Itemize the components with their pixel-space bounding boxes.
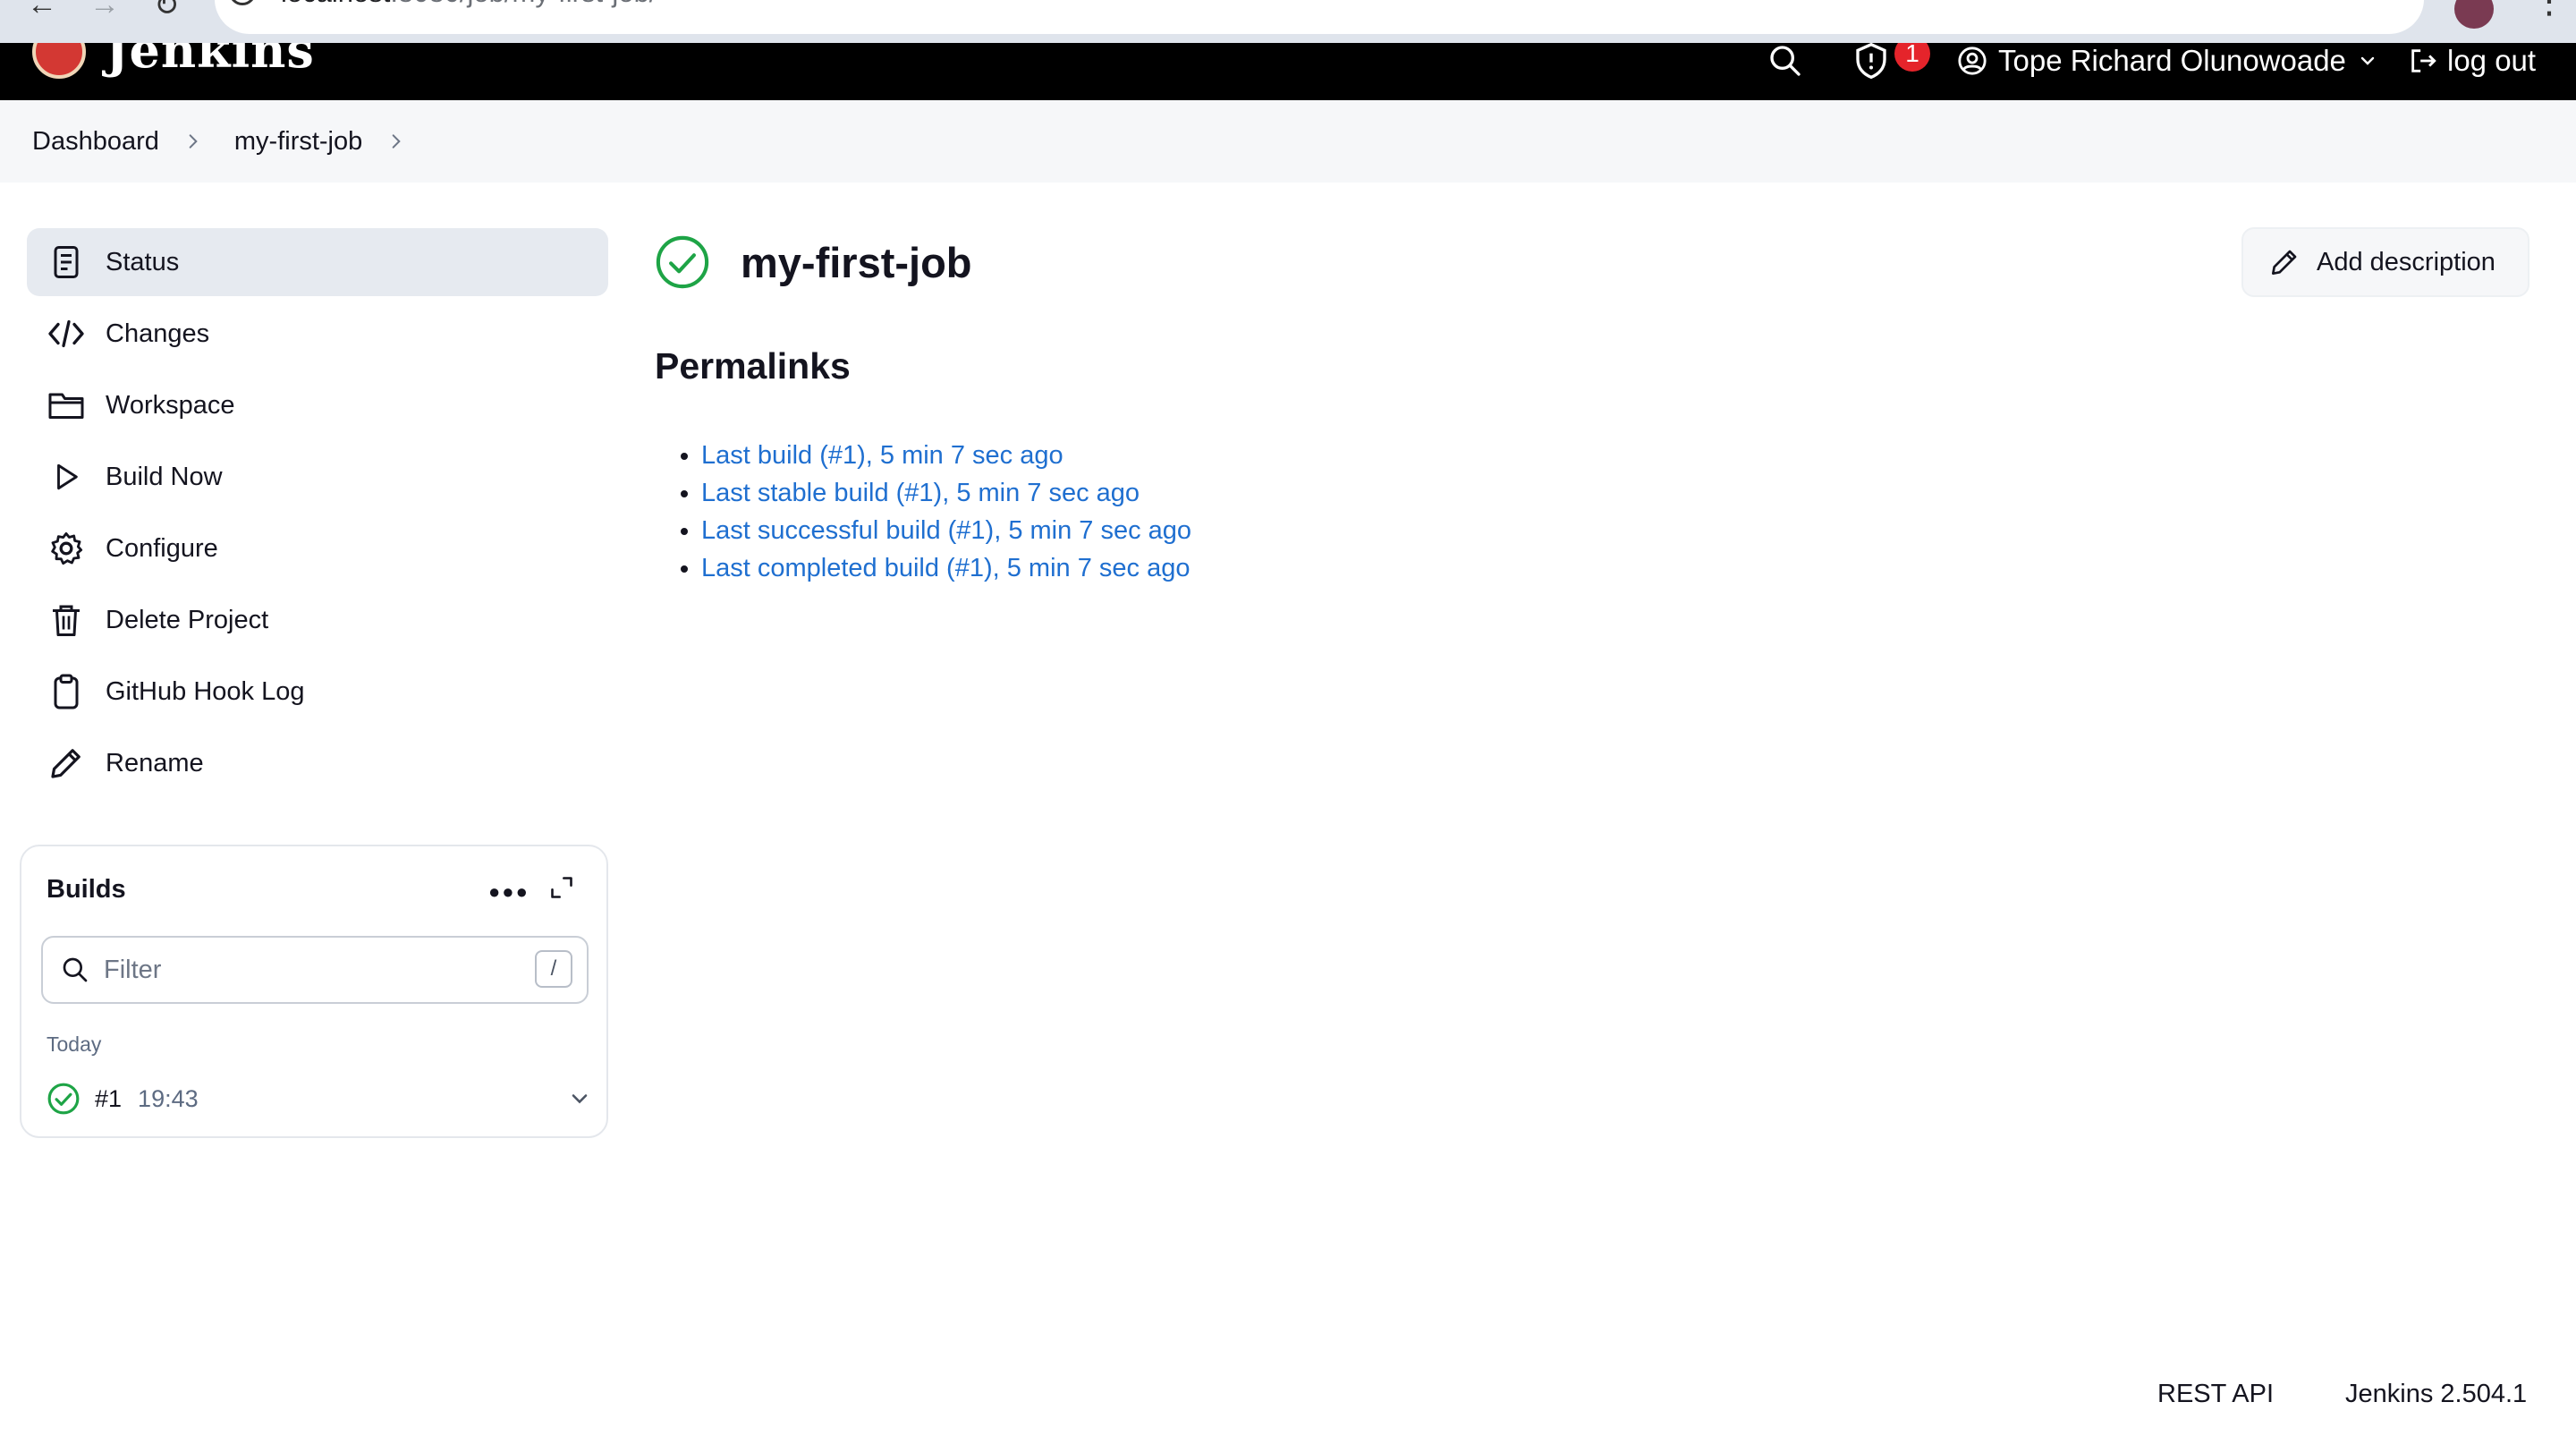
permalink-last-stable-build[interactable]: Last stable build (#1), 5 min 7 sec ago xyxy=(701,479,1140,507)
logout-icon xyxy=(2411,49,2436,72)
success-check-icon xyxy=(47,1083,80,1115)
builds-title: Builds xyxy=(47,875,126,904)
rest-api-link[interactable]: REST API xyxy=(2157,1380,2274,1409)
notification-badge[interactable]: 1 xyxy=(1894,43,1930,72)
page-title: my-first-job xyxy=(741,239,972,286)
build-number[interactable]: #1 xyxy=(95,1085,122,1113)
logout-label: log out xyxy=(2447,44,2537,77)
jenkins-version-link[interactable]: Jenkins 2.504.1 xyxy=(2345,1380,2527,1409)
browser-profile-avatar[interactable] xyxy=(2454,0,2494,29)
list-item: Last completed build (#1), 5 min 7 sec a… xyxy=(701,549,1191,587)
play-icon xyxy=(47,457,86,497)
status-icon xyxy=(47,242,86,282)
add-description-label: Add description xyxy=(2317,247,2496,276)
permalink-last-successful-build[interactable]: Last successful build (#1), 5 min 7 sec … xyxy=(701,516,1191,545)
sidebar-item-label: Status xyxy=(106,247,180,276)
logout-link[interactable]: log out xyxy=(2408,43,2536,81)
permalinks-heading: Permalinks xyxy=(655,345,851,387)
chevron-right-icon[interactable] xyxy=(184,132,202,150)
pencil-icon xyxy=(2272,250,2297,275)
permalink-last-completed-build[interactable]: Last completed build (#1), 5 min 7 sec a… xyxy=(701,554,1190,582)
list-item: Last build (#1), 5 min 7 sec ago xyxy=(701,437,1191,474)
user-icon xyxy=(1958,47,1987,75)
pencil-icon xyxy=(47,743,86,783)
sidebar-item-label: Delete Project xyxy=(106,605,269,634)
add-description-button[interactable]: Add description xyxy=(2241,227,2529,297)
reload-icon[interactable]: ↻ xyxy=(154,0,180,23)
sidebar-item-label: GitHub Hook Log xyxy=(106,676,305,706)
address-text: localhost:8080/job/my-first-job/ xyxy=(281,0,657,9)
sidebar-item-build-now[interactable]: Build Now xyxy=(27,443,608,511)
sidebar-item-rename[interactable]: Rename xyxy=(27,729,608,797)
build-time: 19:43 xyxy=(138,1084,199,1112)
search-icon xyxy=(63,957,88,982)
sidebar-item-label: Build Now xyxy=(106,462,223,491)
sidebar-item-label: Rename xyxy=(106,748,204,777)
builds-panel: Builds ●●● / Today #1 19:43 xyxy=(20,845,608,1138)
sidebar-item-delete-project[interactable]: Delete Project xyxy=(27,586,608,654)
bookmark-star-icon[interactable]: ☆ xyxy=(2372,0,2399,4)
folder-icon xyxy=(47,386,86,425)
jenkins-header: Jenkins 1 Tope Richard Olunowoade log ou… xyxy=(0,43,2576,100)
keyboard-shortcut-hint: / xyxy=(535,950,572,988)
list-item: Last successful build (#1), 5 min 7 sec … xyxy=(701,512,1191,549)
security-shield-icon[interactable] xyxy=(1853,43,1889,81)
sidebar-item-label: Configure xyxy=(106,533,218,563)
filter-input[interactable] xyxy=(104,950,479,990)
back-icon[interactable]: ← xyxy=(27,0,57,22)
sidebar-item-workspace[interactable]: Workspace xyxy=(27,371,608,439)
address-bar[interactable]: localhost:8080/job/my-first-job/ ☆ xyxy=(215,0,2424,34)
success-check-icon xyxy=(656,235,709,289)
code-icon xyxy=(47,314,86,353)
expand-icon[interactable] xyxy=(549,875,574,900)
sidebar-item-label: Workspace xyxy=(106,390,235,420)
user-name: Tope Richard Olunowoade xyxy=(1998,44,2346,77)
jenkins-logo-icon[interactable] xyxy=(32,43,86,79)
chevron-right-icon[interactable] xyxy=(387,132,405,150)
chevron-down-icon[interactable] xyxy=(567,1086,592,1111)
more-options-icon[interactable]: ●●● xyxy=(488,880,530,904)
list-item: Last stable build (#1), 5 min 7 sec ago xyxy=(701,474,1191,512)
build-row[interactable]: #1 19:43 xyxy=(47,1079,588,1118)
breadcrumb-item-job[interactable]: my-first-job xyxy=(234,127,362,157)
search-icon[interactable] xyxy=(1767,43,1803,79)
app-title[interactable]: Jenkins xyxy=(106,43,315,79)
chevron-down-icon xyxy=(2360,56,2375,65)
browser-toolbar: ← → ↻ localhost:8080/job/my-first-job/ ☆… xyxy=(0,0,2576,43)
sidebar-item-configure[interactable]: Configure xyxy=(27,514,608,582)
breadcrumb-item-dashboard[interactable]: Dashboard xyxy=(32,127,159,157)
trash-icon xyxy=(47,600,86,640)
browser-menu-icon[interactable]: ⋮ xyxy=(2531,0,2567,21)
filter-field[interactable]: / xyxy=(41,936,589,1004)
user-menu[interactable]: Tope Richard Olunowoade xyxy=(1957,43,2378,81)
permalink-last-build[interactable]: Last build (#1), 5 min 7 sec ago xyxy=(701,441,1063,470)
sidebar-item-github-hook-log[interactable]: GitHub Hook Log xyxy=(27,658,608,726)
sidebar-item-label: Changes xyxy=(106,319,210,348)
sidebar-item-changes[interactable]: Changes xyxy=(27,300,608,368)
clipboard-icon xyxy=(47,672,86,711)
gear-icon xyxy=(47,529,86,568)
build-group-label: Today xyxy=(47,1032,102,1056)
permalinks-list: Last build (#1), 5 min 7 sec ago Last st… xyxy=(701,437,1191,587)
breadcrumb: Dashboard my-first-job xyxy=(0,100,2576,183)
forward-icon[interactable]: → xyxy=(89,0,120,22)
sidebar-item-status[interactable]: Status xyxy=(27,228,608,296)
site-info-icon[interactable] xyxy=(229,0,256,5)
